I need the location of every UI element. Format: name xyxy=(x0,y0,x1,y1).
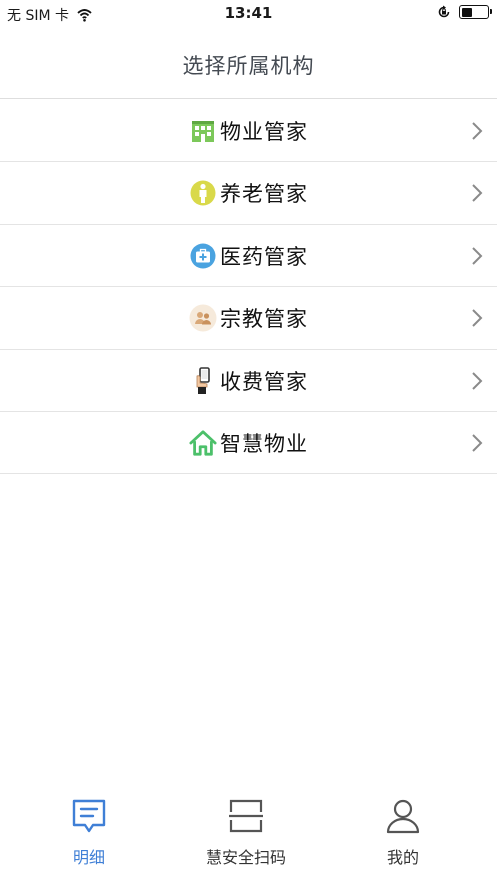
org-label: 物业管家 xyxy=(220,120,308,144)
tab-scan[interactable]: 慧安全扫码 xyxy=(163,798,329,873)
chevron-right-icon xyxy=(472,184,483,203)
tab-label: 我的 xyxy=(386,848,419,867)
org-label: 养老管家 xyxy=(220,182,308,207)
chevron-right-icon xyxy=(472,122,483,140)
chevron-right-icon xyxy=(472,371,483,390)
org-item-medical[interactable]: 医药管家 xyxy=(0,224,497,288)
message-list-icon xyxy=(72,799,106,833)
hand-phone-icon xyxy=(189,366,217,395)
org-item-elderly[interactable]: 养老管家 xyxy=(0,162,497,225)
elderly-person-icon xyxy=(189,179,217,207)
rotation-lock-icon xyxy=(438,5,450,18)
building-icon xyxy=(189,117,217,145)
tab-profile[interactable]: 我的 xyxy=(320,798,486,873)
tab-label: 慧安全扫码 xyxy=(205,848,286,867)
chevron-right-icon xyxy=(472,309,483,327)
org-item-smart-property[interactable]: 智慧物业 xyxy=(0,411,497,475)
organization-list: 物业管家 养老管家 医药管家 宗教管家 收费管家 智慧物业 xyxy=(0,100,497,475)
tab-details[interactable]: 明细 xyxy=(6,798,172,873)
org-item-property[interactable]: 物业管家 xyxy=(0,100,497,163)
status-time: 13:41 xyxy=(224,4,273,22)
org-label: 医药管家 xyxy=(220,244,308,269)
status-bar: 无 SIM 卡 13:41 xyxy=(0,0,497,27)
battery-fill xyxy=(461,7,473,17)
user-icon xyxy=(386,799,420,834)
org-label: 收费管家 xyxy=(220,369,308,394)
org-item-religion[interactable]: 宗教管家 xyxy=(0,287,497,350)
medical-kit-icon xyxy=(189,242,217,270)
org-label: 宗教管家 xyxy=(220,307,308,332)
status-right xyxy=(437,5,492,19)
tab-label: 明细 xyxy=(72,848,105,867)
chevron-right-icon xyxy=(472,247,483,265)
house-icon xyxy=(189,429,217,457)
org-label: 智慧物业 xyxy=(220,431,308,456)
scan-icon xyxy=(229,799,263,833)
tab-bar: 明细 慧安全扫码 我的 xyxy=(0,790,497,883)
nav-bar: 选择所属机构 xyxy=(0,27,497,99)
people-group-icon xyxy=(189,304,217,332)
chevron-right-icon xyxy=(472,434,483,452)
battery-icon xyxy=(459,5,492,19)
page-title: 选择所属机构 xyxy=(182,54,315,78)
org-item-payment[interactable]: 收费管家 xyxy=(0,349,497,412)
